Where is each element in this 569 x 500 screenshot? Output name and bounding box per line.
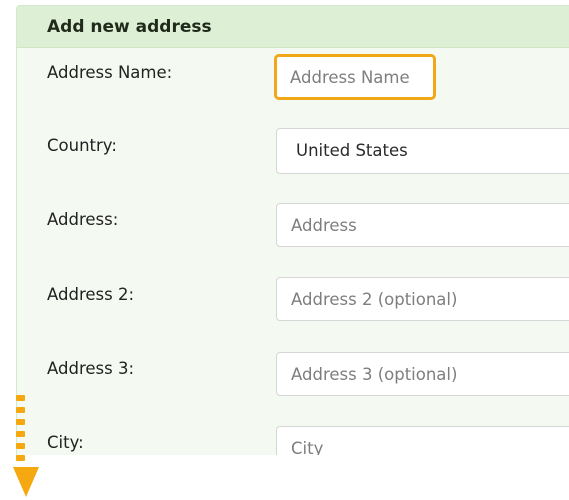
dotted-arrow-down-icon[interactable] — [13, 393, 43, 499]
address-2-input[interactable] — [276, 277, 569, 321]
address-name-label: Address Name: — [47, 63, 173, 82]
add-address-panel: Add new address Address Name: Country: U… — [16, 5, 569, 455]
address-3-label: Address 3: — [47, 359, 135, 378]
address-3-input[interactable] — [276, 352, 569, 396]
address-2-label: Address 2: — [47, 285, 135, 304]
country-select[interactable]: United States — [276, 128, 569, 174]
city-input[interactable] — [276, 426, 569, 455]
address-label: Address: — [47, 210, 119, 229]
address-name-input[interactable] — [274, 54, 436, 100]
address-input[interactable] — [276, 203, 569, 247]
panel-title: Add new address — [47, 17, 212, 37]
country-label: Country: — [47, 136, 117, 155]
panel-header: Add new address — [17, 6, 569, 48]
city-label: City: — [47, 433, 84, 452]
